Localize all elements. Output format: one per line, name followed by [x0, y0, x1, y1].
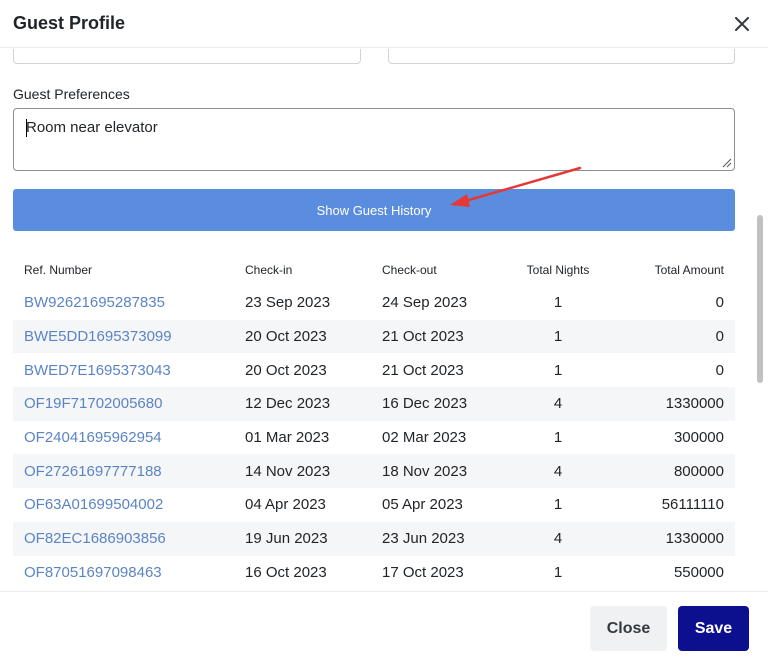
- total-amount-cell: 0: [617, 319, 735, 354]
- save-button[interactable]: Save: [678, 606, 749, 651]
- total-nights-cell: 4: [499, 387, 617, 421]
- total-amount-cell: 0: [715, 294, 724, 312]
- ref-number-link[interactable]: BW92621695287835: [24, 294, 165, 311]
- scrollbar-thumb[interactable]: [757, 215, 763, 383]
- check-in-cell: 16 Oct 2023: [245, 563, 327, 581]
- ref-number-link[interactable]: BWE5DD1695373099: [24, 328, 172, 345]
- total-amount-cell: 800000: [617, 454, 735, 489]
- guest-preferences-textarea[interactable]: Room near elevator: [13, 108, 735, 171]
- ref-number-link[interactable]: BWED7E1695373043: [24, 362, 171, 379]
- check-in-cell: 14 Nov 2023: [234, 454, 371, 489]
- check-out-cell: 24 Sep 2023: [382, 294, 468, 312]
- ref-number-link[interactable]: OF19F71702005680: [24, 395, 162, 412]
- header-check-out: Check-out: [382, 263, 437, 277]
- total-nights-cell: 1: [553, 429, 563, 447]
- check-out-cell: 17 Oct 2023: [382, 563, 464, 581]
- check-in-cell: 23 Sep 2023: [245, 294, 331, 312]
- ref-number-link[interactable]: OF87051697098463: [24, 564, 162, 581]
- table-row: OF82EC1686903856 19 Jun 2023 23 Jun 2023…: [13, 521, 735, 556]
- table-row: OF19F71702005680 12 Dec 2023 16 Dec 2023…: [13, 387, 735, 421]
- dialog-body[interactable]: Guest Preferences Room near elevator Sho…: [0, 49, 768, 591]
- total-amount-cell: 56111110: [661, 496, 724, 514]
- check-in-cell: 20 Oct 2023: [234, 319, 371, 354]
- table-header-row: Ref. Number Check-in Check-out Total Nig…: [13, 254, 735, 286]
- check-in-cell: 04 Apr 2023: [245, 496, 326, 514]
- header-total-amount: Total Amount: [654, 263, 724, 277]
- show-guest-history-button[interactable]: Show Guest History: [13, 189, 735, 231]
- text-field-right[interactable]: [388, 49, 735, 64]
- total-nights-cell: 1: [553, 294, 563, 312]
- ref-number-link[interactable]: OF63A01699504002: [24, 496, 163, 513]
- text-field-left[interactable]: [13, 49, 361, 64]
- check-out-cell: 21 Oct 2023: [382, 361, 464, 379]
- check-out-cell: 21 Oct 2023: [371, 319, 499, 354]
- check-out-cell: 02 Mar 2023: [382, 429, 467, 447]
- annotation-arrow-icon: [450, 166, 582, 207]
- check-in-cell: 12 Dec 2023: [234, 387, 371, 421]
- table-row: BW92621695287835 23 Sep 2023 24 Sep 2023…: [13, 286, 735, 320]
- header-check-in: Check-in: [245, 263, 293, 277]
- guest-preferences-label: Guest Preferences: [13, 86, 130, 102]
- dialog-footer: Close Save: [0, 591, 768, 663]
- total-amount-cell: 0: [715, 361, 724, 379]
- total-nights-cell: 4: [499, 521, 617, 556]
- check-out-cell: 18 Nov 2023: [371, 454, 499, 489]
- total-nights-cell: 1: [499, 319, 617, 354]
- table-row: OF63A01699504002 04 Apr 2023 05 Apr 2023…: [13, 488, 735, 522]
- ref-number-link[interactable]: OF24041695962954: [24, 429, 162, 446]
- total-nights-cell: 1: [553, 496, 563, 514]
- ref-number-link[interactable]: OF27261697777188: [24, 463, 162, 480]
- dialog-header: Guest Profile: [0, 0, 768, 48]
- check-out-cell: 23 Jun 2023: [371, 521, 499, 556]
- total-amount-cell: 550000: [673, 563, 724, 581]
- total-amount-cell: 1330000: [617, 387, 735, 421]
- total-nights-cell: 1: [553, 361, 563, 379]
- check-in-cell: 20 Oct 2023: [245, 361, 327, 379]
- table-row: OF27261697777188 14 Nov 2023 18 Nov 2023…: [13, 454, 735, 489]
- table-row: BWE5DD1695373099 20 Oct 2023 21 Oct 2023…: [13, 319, 735, 354]
- total-nights-cell: 1: [553, 563, 563, 581]
- table-row: BWED7E1695373043 20 Oct 2023 21 Oct 2023…: [13, 353, 735, 387]
- total-amount-cell: 1330000: [617, 521, 735, 556]
- guest-history-table: Ref. Number Check-in Check-out Total Nig…: [13, 254, 735, 589]
- close-button[interactable]: Close: [590, 606, 667, 651]
- dialog-title: Guest Profile: [13, 13, 126, 33]
- check-out-cell: 05 Apr 2023: [382, 496, 463, 514]
- check-out-cell: 16 Dec 2023: [371, 387, 499, 421]
- ref-number-link[interactable]: OF82EC1686903856: [24, 530, 166, 547]
- guest-profile-dialog: Guest Profile Guest Preferences Room nea…: [0, 0, 768, 663]
- header-ref-number: Ref. Number: [24, 263, 93, 277]
- header-total-nights: Total Nights: [526, 263, 590, 277]
- table-row: OF87051697098463 16 Oct 2023 17 Oct 2023…: [13, 556, 735, 590]
- text-cursor: [26, 119, 27, 137]
- table-row: OF24041695962954 01 Mar 2023 02 Mar 2023…: [13, 421, 735, 455]
- check-in-cell: 19 Jun 2023: [234, 521, 371, 556]
- total-nights-cell: 4: [499, 454, 617, 489]
- close-icon[interactable]: [730, 12, 754, 36]
- resize-grip-icon[interactable]: [720, 156, 732, 168]
- total-amount-cell: 300000: [673, 429, 724, 447]
- check-in-cell: 01 Mar 2023: [245, 429, 330, 447]
